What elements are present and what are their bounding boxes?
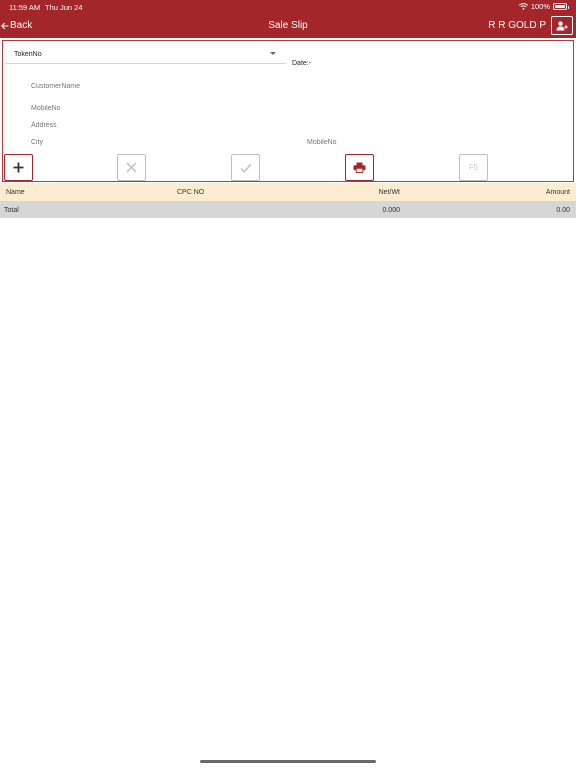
header-name: Name [6,189,25,196]
mobile-input[interactable] [31,105,271,112]
mobile-input-secondary[interactable] [307,139,507,146]
header-amount: Amount [545,189,570,196]
nav-bar: Back Sale Slip R R GOLD P [0,14,576,38]
user-add-button[interactable] [551,16,573,35]
status-time: 11:59 AM [9,3,41,12]
check-icon [239,163,252,173]
city-input[interactable] [31,139,271,146]
token-label: TokenNo [14,51,42,58]
user-add-icon [556,20,568,30]
battery-percent: 100% [530,2,550,11]
sale-slip-screen: 11:59 AM Thu Jun 24 100% Back Sale Slip [0,0,576,768]
battery-icon [553,3,569,10]
add-button[interactable] [4,154,33,181]
customer-form-panel: TokenNo Date:- CustomerName MobileNo Add… [2,40,574,182]
printer-icon [353,162,366,173]
header-cpc-no: CPC NO [177,189,205,196]
f5-button[interactable]: F5 [459,154,488,181]
total-amount: 0.00 [556,207,570,214]
date-label: Date:- [292,60,312,67]
top-bar: 11:59 AM Thu Jun 24 100% Back Sale Slip [0,0,576,38]
total-net-wt: 0.000 [382,207,400,214]
header-net-wt: Net/Wt [378,189,400,196]
total-label: Total [4,207,19,214]
status-bar: 11:59 AM Thu Jun 24 100% [0,0,576,13]
print-button[interactable] [345,154,374,181]
customer-name-input[interactable] [31,83,271,90]
caret-down-icon [270,52,276,55]
cancel-button[interactable] [117,154,146,181]
token-dropdown[interactable]: TokenNo [5,43,286,64]
table-header: Name CPC NO Net/Wt Amount [0,183,576,201]
home-indicator[interactable] [200,760,376,763]
address-input[interactable] [31,122,271,129]
table-total-row: Total 0.000 0.00 [0,201,576,218]
brand-name: R R GOLD P [488,20,546,31]
status-date: Thu Jun 24 [45,3,83,12]
wifi-icon [518,3,528,10]
confirm-button[interactable] [231,154,260,181]
plus-icon [13,162,24,173]
status-right: 100% [518,2,569,11]
close-icon [126,162,137,173]
